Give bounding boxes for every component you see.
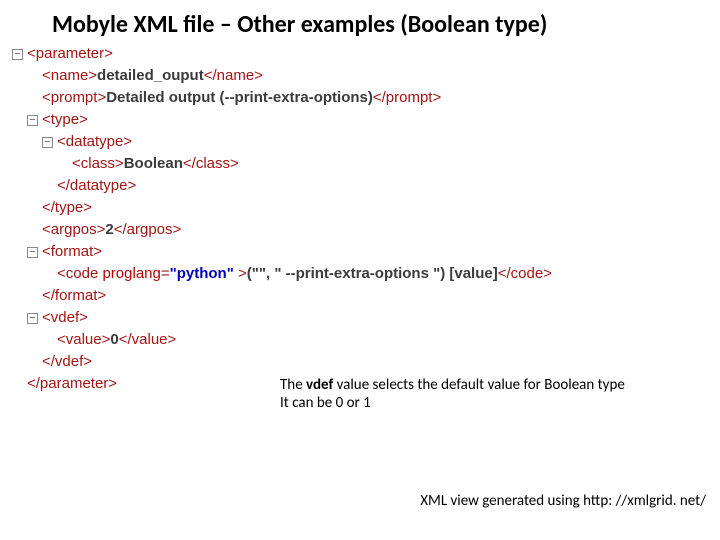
tag: <code xyxy=(57,263,102,285)
xml-line-prompt: <prompt>Detailed output (--print-extra-o… xyxy=(12,87,720,109)
tag: </type> xyxy=(42,197,92,219)
note-text: The xyxy=(280,376,306,394)
attr-value: "python" xyxy=(170,263,234,285)
tag: <vdef> xyxy=(42,307,88,329)
tag: </prompt> xyxy=(373,87,441,109)
note-text: It can be 0 or 1 xyxy=(280,394,371,412)
tag: </value> xyxy=(119,329,177,351)
note-text: value selects the default value for Bool… xyxy=(333,376,625,394)
text: Detailed output (--print-extra-options) xyxy=(106,87,373,109)
note-bold: vdef xyxy=(306,376,333,394)
text: ("", " --print-extra-options ") [value] xyxy=(247,263,498,285)
collapse-icon[interactable]: − xyxy=(42,137,53,148)
tag: </format> xyxy=(42,285,106,307)
tag: <format> xyxy=(42,241,102,263)
tag: <class> xyxy=(72,153,124,175)
attr-name: proglang xyxy=(102,263,160,285)
tag: <datatype> xyxy=(57,131,132,153)
tag: </class> xyxy=(183,153,239,175)
xml-line-parameter-open: − <parameter> xyxy=(12,43,720,65)
tag: </code> xyxy=(498,263,552,285)
xml-line-value: <value>0</value> xyxy=(12,329,720,351)
tag: <type> xyxy=(42,109,88,131)
tag: </vdef> xyxy=(42,351,92,373)
tag: <argpos> xyxy=(42,219,105,241)
xml-line-vdef-close: </vdef> xyxy=(12,351,720,373)
xml-line-format-open: − <format> xyxy=(12,241,720,263)
text: Boolean xyxy=(124,153,183,175)
xml-line-datatype-open: − <datatype> xyxy=(12,131,720,153)
xml-line-format-close: </format> xyxy=(12,285,720,307)
xml-line-name: <name>detailed_ouput</name> xyxy=(12,65,720,87)
xml-tree: − <parameter> <name>detailed_ouput</name… xyxy=(0,43,720,395)
tag: <name> xyxy=(42,65,97,87)
collapse-icon[interactable]: − xyxy=(27,247,38,258)
xml-line-code: <code proglang="python" >("", " --print-… xyxy=(12,263,720,285)
xml-line-class: <class>Boolean</class> xyxy=(12,153,720,175)
page-title: Mobyle XML file – Other examples (Boolea… xyxy=(0,0,720,43)
tag: <parameter> xyxy=(27,43,113,65)
xml-line-type-open: − <type> xyxy=(12,109,720,131)
tag: <value> xyxy=(57,329,110,351)
tag: > xyxy=(234,263,247,285)
annotation-note: The vdef value selects the default value… xyxy=(280,376,625,412)
xml-line-argpos: <argpos>2</argpos> xyxy=(12,219,720,241)
tag: </parameter> xyxy=(27,373,117,395)
xml-line-datatype-close: </datatype> xyxy=(12,175,720,197)
xml-line-vdef-open: − <vdef> xyxy=(12,307,720,329)
text: 0 xyxy=(110,329,118,351)
tag: </datatype> xyxy=(57,175,136,197)
xml-line-type-close: </type> xyxy=(12,197,720,219)
tag: </name> xyxy=(204,65,263,87)
text: 2 xyxy=(105,219,113,241)
footer-text: XML view generated using http: //xmlgrid… xyxy=(420,492,706,510)
tag: </argpos> xyxy=(114,219,182,241)
collapse-icon[interactable]: − xyxy=(27,115,38,126)
collapse-icon[interactable]: − xyxy=(27,313,38,324)
text: detailed_ouput xyxy=(97,65,204,87)
eq: = xyxy=(161,263,170,285)
collapse-icon[interactable]: − xyxy=(12,49,23,60)
tag: <prompt> xyxy=(42,87,106,109)
